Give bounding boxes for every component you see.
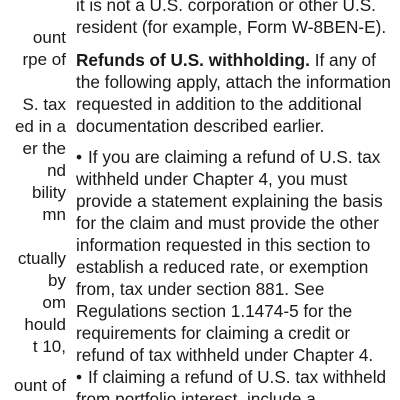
bullet-text: If claiming a refund of U.S. tax withhel…	[88, 367, 387, 387]
bullet-line: • If you are claiming a refund of U.S. ta…	[76, 146, 380, 168]
document-page: ount rpe of S. tax ed in a er the nd bil…	[0, 0, 400, 400]
bullet-icon: •	[76, 367, 83, 387]
bullet-line: withheld under Chapter 4, you must	[76, 169, 348, 189]
left-fragment: nd	[47, 161, 66, 180]
bullet-line: • If claiming a refund of U.S. tax withhe…	[76, 366, 386, 388]
left-fragment: er the	[22, 139, 66, 158]
left-fragment: mn	[42, 205, 66, 224]
bullet-text: If you are claiming a refund of U.S. tax	[88, 147, 381, 167]
bullet-line: establish a reduced rate, or exemption	[76, 257, 369, 277]
left-fragment: ed in a	[14, 117, 66, 136]
section-heading: Refunds of U.S. withholding.	[76, 50, 310, 70]
paragraph-text: If any of	[309, 50, 376, 70]
bullet-line: refund of tax withheld under Chapter 4.	[76, 345, 374, 365]
bullet-line: requirements for claiming a credit or	[76, 323, 351, 343]
bullet-icon: •	[76, 147, 83, 167]
left-fragment: by	[48, 271, 66, 290]
left-fragment: ount	[32, 28, 66, 47]
bullet-line: from portfolio interest, include a	[76, 389, 316, 400]
left-fragment: rpe of	[22, 50, 66, 69]
section-heading-line: Refunds of U.S. withholding. If any of	[76, 49, 376, 71]
bullet-line: provide a statement explaining the basis	[76, 191, 383, 211]
right-column-text: it is not a U.S. corporation or other U.…	[76, 0, 400, 400]
intro-line: resident (for example, Form W-8BEN-E).	[76, 17, 387, 37]
left-fragment: ctually	[17, 249, 66, 268]
paragraph-line: documentation described earlier.	[76, 116, 325, 136]
bullet-line: information requested in this section to	[76, 235, 371, 255]
left-fragment: hould	[24, 315, 66, 334]
left-fragment: om	[42, 293, 66, 312]
intro-line: it is not a U.S. corporation or other U.…	[76, 0, 376, 15]
left-fragment: ount of	[14, 376, 66, 395]
bullet-line: Regulations section 1.1474-5 for the	[76, 301, 353, 321]
bullet-line: for the claim and must provide the other	[76, 213, 379, 233]
paragraph-line: the following apply, attach the informat…	[76, 72, 391, 92]
left-fragment: S. tax	[22, 95, 66, 114]
left-fragment: bility	[31, 183, 66, 202]
left-column-text: ount rpe of S. tax ed in a er the nd bil…	[0, 0, 66, 400]
bullet-line: from, tax under section 881. See	[76, 279, 325, 299]
left-fragment: t 10,	[32, 337, 66, 356]
paragraph-line: requested in addition to the additional	[76, 94, 362, 114]
